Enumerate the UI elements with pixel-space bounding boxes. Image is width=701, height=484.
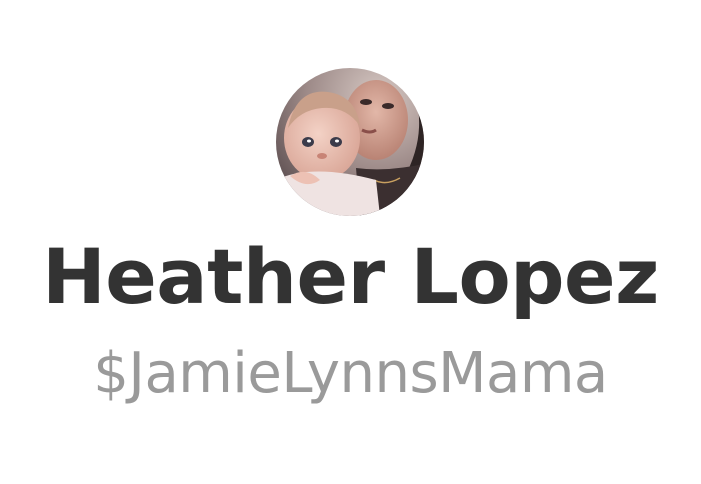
- profile-display-name: Heather Lopez: [42, 232, 659, 321]
- profile-avatar[interactable]: [276, 68, 424, 216]
- profile-cashtag: $JamieLynnsMama: [93, 341, 608, 406]
- profile-header: Heather Lopez $JamieLynnsMama: [0, 0, 701, 484]
- avatar-photo-icon: [276, 68, 424, 216]
